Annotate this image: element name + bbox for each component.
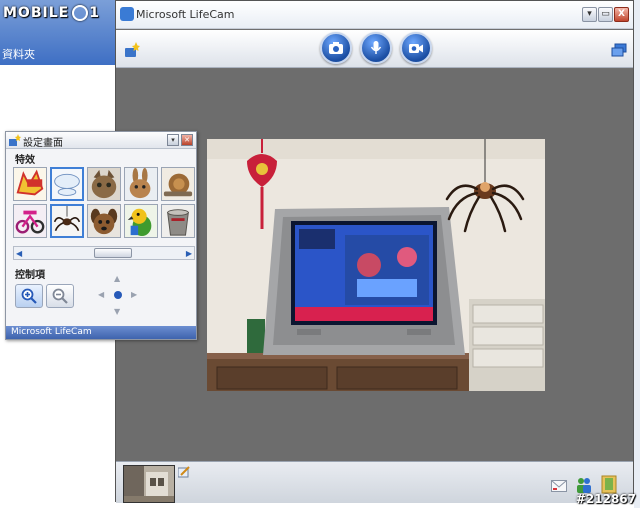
minimize-button[interactable]: ▾	[582, 7, 597, 22]
zoom-in-button[interactable]	[15, 284, 43, 308]
window-title: Microsoft LifeCam	[136, 8, 235, 21]
effect-rabbit[interactable]	[124, 167, 158, 201]
captured-thumbnail[interactable]	[123, 465, 175, 503]
settings-star-icon	[9, 134, 21, 146]
effect-spider[interactable]	[50, 204, 84, 238]
spider-icon	[52, 206, 82, 236]
settings-panel-title: 設定畫面	[23, 138, 63, 149]
watermark-circle	[72, 5, 89, 21]
parrot-icon	[125, 205, 157, 237]
pan-up-icon[interactable]: ▲	[114, 274, 120, 283]
mail-icon[interactable]	[551, 480, 567, 492]
zoom-out-button[interactable]	[46, 284, 74, 308]
controls-section-label: 控制項	[15, 270, 45, 281]
watermark-text: MOBILE	[3, 5, 70, 21]
effect-speech-bubble[interactable]	[50, 167, 84, 201]
effect-dog[interactable]	[87, 204, 121, 238]
effects-scrollbar[interactable]: ◀ ▶	[13, 246, 195, 260]
pan-right-icon[interactable]: ▶	[131, 290, 137, 299]
app-icon	[120, 7, 134, 21]
rabbit-icon	[125, 168, 157, 200]
watermark: MOBILE 1	[3, 2, 100, 24]
webcam-video-frame	[207, 139, 545, 391]
scroll-left-arrow-icon[interactable]: ◀	[16, 249, 22, 258]
zoom-in-icon	[21, 288, 37, 304]
comic-burst-icon	[14, 168, 46, 200]
effect-parrot[interactable]	[124, 204, 158, 238]
window-switch-icon[interactable]	[611, 43, 627, 57]
cat-icon	[88, 168, 120, 200]
effect-snail[interactable]	[161, 167, 195, 201]
restore-button[interactable]: ▭	[598, 7, 613, 22]
background-window-edge	[634, 0, 640, 508]
video-camera-icon	[409, 44, 423, 53]
bicycle-icon	[14, 205, 46, 237]
bucket-icon	[162, 205, 194, 237]
camera-icon	[329, 42, 343, 54]
video-camera-button[interactable]	[400, 32, 432, 64]
effect-comic-burst[interactable]	[13, 167, 47, 201]
camera-button[interactable]	[320, 32, 352, 64]
scrollbar-thumb[interactable]	[94, 248, 132, 258]
snail-icon	[162, 168, 194, 200]
effects-section-label: 特效	[15, 155, 35, 166]
pan-direction-pad: ▲ ◀ ▶ ▼	[95, 274, 141, 318]
zoom-out-icon	[52, 288, 68, 304]
effect-bucket[interactable]	[161, 204, 195, 238]
thumbnail-image	[124, 466, 174, 502]
pan-down-icon[interactable]: ▼	[114, 307, 120, 316]
effects-star-icon[interactable]	[124, 42, 140, 58]
background-folder-label: 資料夾	[2, 48, 35, 61]
effect-cat[interactable]	[87, 167, 121, 201]
watermark-text-2: 1	[89, 5, 100, 21]
speech-bubble-icon	[52, 169, 82, 199]
settings-panel-title-bar[interactable]: 設定畫面 ▾ ✕	[6, 132, 196, 149]
microphone-button[interactable]	[360, 32, 392, 64]
settings-panel-footer: Microsoft LifeCam	[6, 326, 196, 339]
close-button[interactable]: X	[614, 7, 629, 22]
dog-icon	[88, 205, 120, 237]
watermark-serial: #212867	[575, 492, 636, 506]
panel-close-button[interactable]: ✕	[181, 134, 193, 146]
folder-icon[interactable]	[601, 474, 617, 494]
effect-bicycle[interactable]	[13, 204, 47, 238]
pan-center-button[interactable]	[114, 291, 122, 299]
microphone-icon	[370, 41, 382, 54]
effects-grid	[13, 167, 195, 239]
pan-left-icon[interactable]: ◀	[98, 290, 104, 299]
bottom-bar	[116, 461, 633, 503]
pencil-edit-icon[interactable]	[178, 466, 190, 478]
panel-collapse-button[interactable]: ▾	[167, 134, 179, 146]
scroll-right-arrow-icon[interactable]: ▶	[186, 249, 192, 258]
settings-panel: 設定畫面 ▾ ✕ 特效 ◀ ▶ 控制項 ▲ ◀ ▶ ▼ Microsoft Li…	[5, 131, 197, 340]
webcam-scene	[207, 139, 545, 391]
toolbar	[116, 30, 633, 68]
title-bar[interactable]: Microsoft LifeCam ▾ ▭ X	[116, 1, 633, 29]
